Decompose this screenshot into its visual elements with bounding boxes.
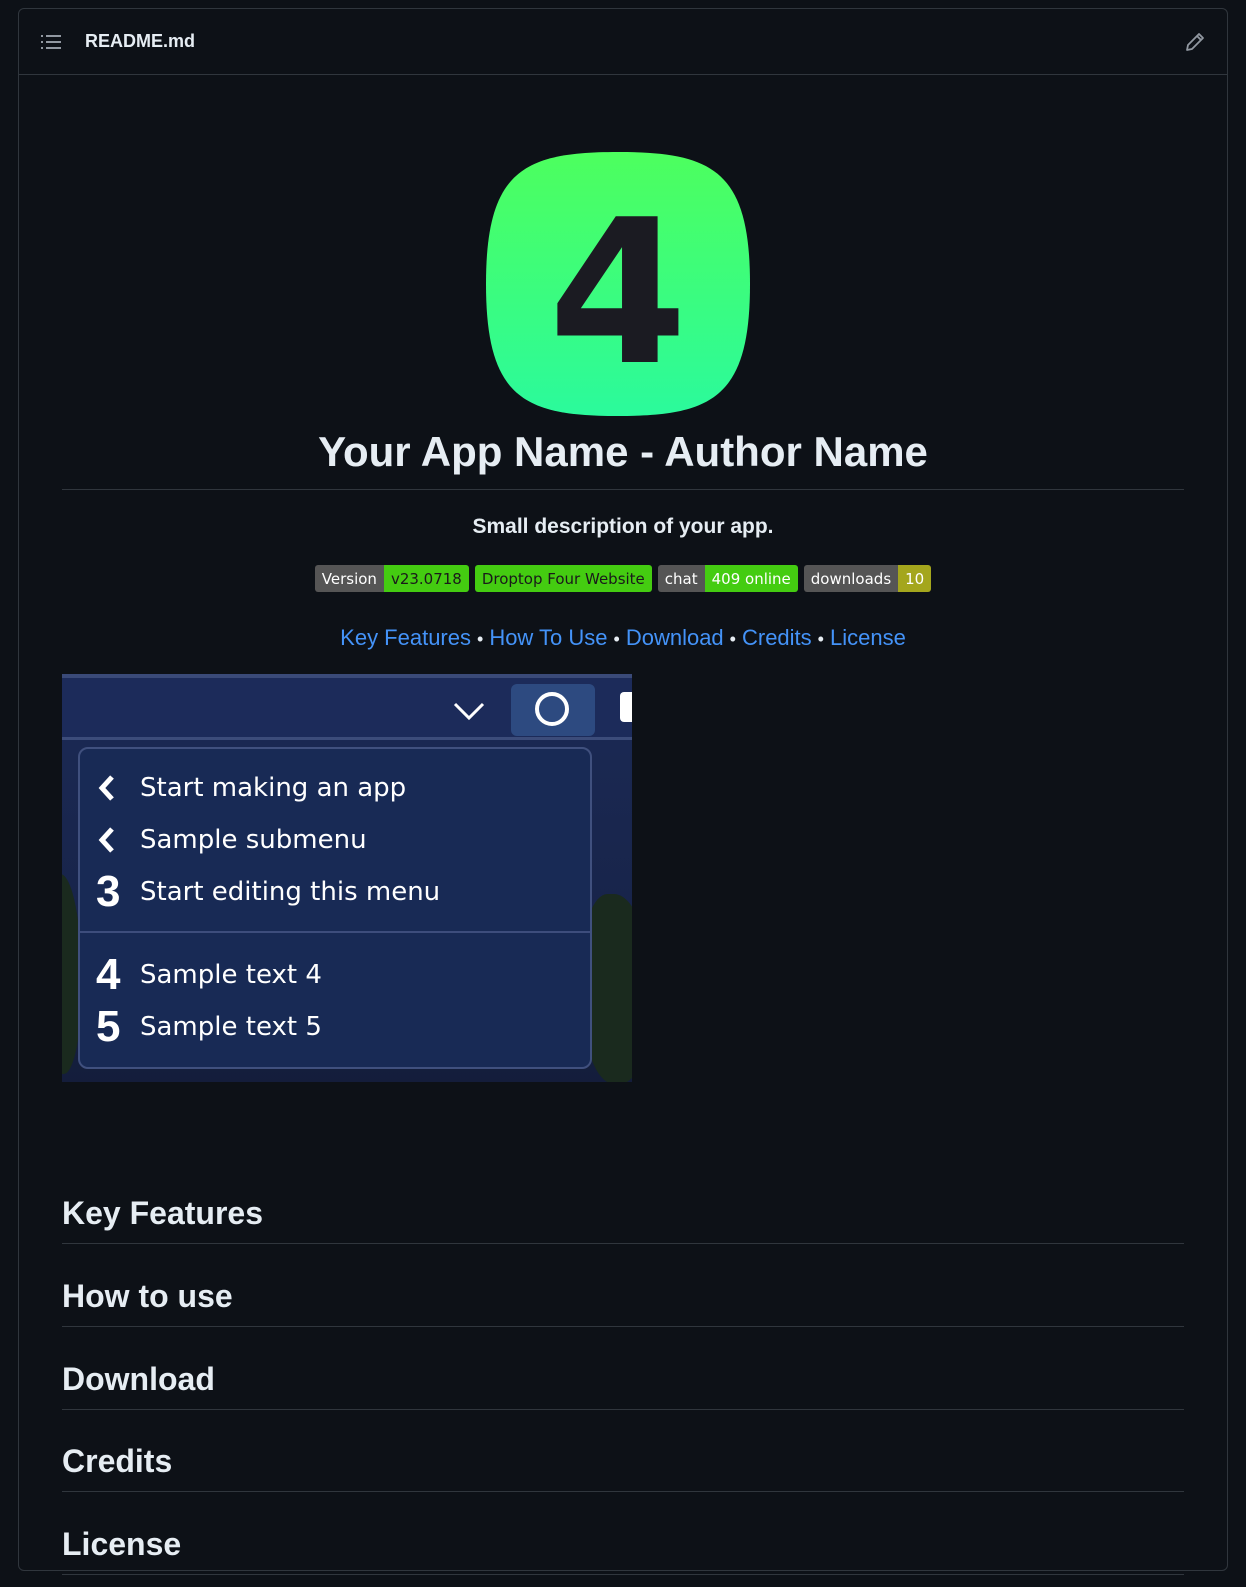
nav-link-key-features[interactable]: Key Features xyxy=(340,625,471,650)
number-4-icon: 4 xyxy=(96,950,121,999)
screenshot-menu: Start making an app Sample submenu 3 Sta… xyxy=(78,747,592,1069)
chevron-left-icon xyxy=(96,774,140,802)
number-3-icon: 3 xyxy=(96,867,121,916)
menu-item-label: Start editing this menu xyxy=(140,877,441,907)
badge-value: 409 online xyxy=(704,565,798,592)
file-name: README.md xyxy=(85,31,196,51)
file-header: README.md xyxy=(19,9,1227,75)
menu-item-label: Sample text 4 xyxy=(140,960,322,990)
speaker-icon xyxy=(620,692,632,722)
nav-link-credits[interactable]: Credits xyxy=(742,625,812,650)
website-badge[interactable]: Droptop Four Website xyxy=(474,565,652,592)
menu-item: 5 Sample text 5 xyxy=(96,1002,322,1052)
circle-button xyxy=(511,684,595,736)
screenshot-topbar xyxy=(62,674,632,740)
nav-link-license[interactable]: License xyxy=(830,625,906,650)
pencil-icon[interactable] xyxy=(1183,30,1207,54)
menu-item: 3 Start editing this menu xyxy=(96,867,440,917)
badge-label: chat xyxy=(657,565,705,592)
section-heading-download: Download xyxy=(62,1359,1184,1410)
menu-item-label: Sample submenu xyxy=(140,825,367,855)
menu-item: 4 Sample text 4 xyxy=(96,950,322,1000)
nav-link-download[interactable]: Download xyxy=(626,625,724,650)
readme-container: README.md 4 Your App Name - Author Name xyxy=(18,8,1228,1575)
nav-separator: • xyxy=(613,629,620,649)
number-5-icon: 5 xyxy=(96,1002,121,1051)
badge-value: Droptop Four Website xyxy=(474,565,652,592)
section-heading-how-to-use: How to use xyxy=(62,1276,1184,1327)
nav-separator: • xyxy=(729,629,736,649)
list-unordered-icon[interactable] xyxy=(41,32,61,52)
badge-label: downloads xyxy=(803,565,899,592)
svg-text:4: 4 xyxy=(548,177,687,410)
chevron-down-icon xyxy=(452,696,486,726)
app-screenshot: Start making an app Sample submenu 3 Sta… xyxy=(62,674,632,1082)
nav-separator: • xyxy=(477,629,484,649)
menu-divider xyxy=(80,931,590,933)
badge-value: v23.0718 xyxy=(383,565,469,592)
chat-badge[interactable]: chat 409 online xyxy=(657,565,798,592)
circle-icon xyxy=(535,692,569,726)
badge-label: Version xyxy=(314,565,384,592)
nav-separator: • xyxy=(817,629,824,649)
app-logo-icon: 4 xyxy=(484,150,752,418)
section-heading-credits: Credits xyxy=(62,1441,1184,1492)
section-nav: Key Features • How To Use • Download • Credits… xyxy=(62,625,1184,651)
nav-link-how-to-use[interactable]: How To Use xyxy=(489,625,607,650)
downloads-badge[interactable]: downloads 10 xyxy=(803,565,932,592)
menu-item: Start making an app xyxy=(96,763,406,813)
badge-row: Version v23.0718 Droptop Four Website ch… xyxy=(62,565,1184,592)
menu-item: Sample submenu xyxy=(96,815,367,865)
menu-item-label: Start making an app xyxy=(140,773,407,803)
version-badge[interactable]: Version v23.0718 xyxy=(314,565,469,592)
menu-item-label: Sample text 5 xyxy=(140,1012,322,1042)
app-description: Small description of your app. xyxy=(472,515,774,538)
app-title: Your App Name - Author Name xyxy=(62,425,1184,490)
badge-value: 10 xyxy=(898,565,932,592)
chevron-left-icon xyxy=(96,826,140,854)
section-heading-key-features: Key Features xyxy=(62,1193,1184,1244)
section-heading-license: License xyxy=(62,1524,1184,1575)
